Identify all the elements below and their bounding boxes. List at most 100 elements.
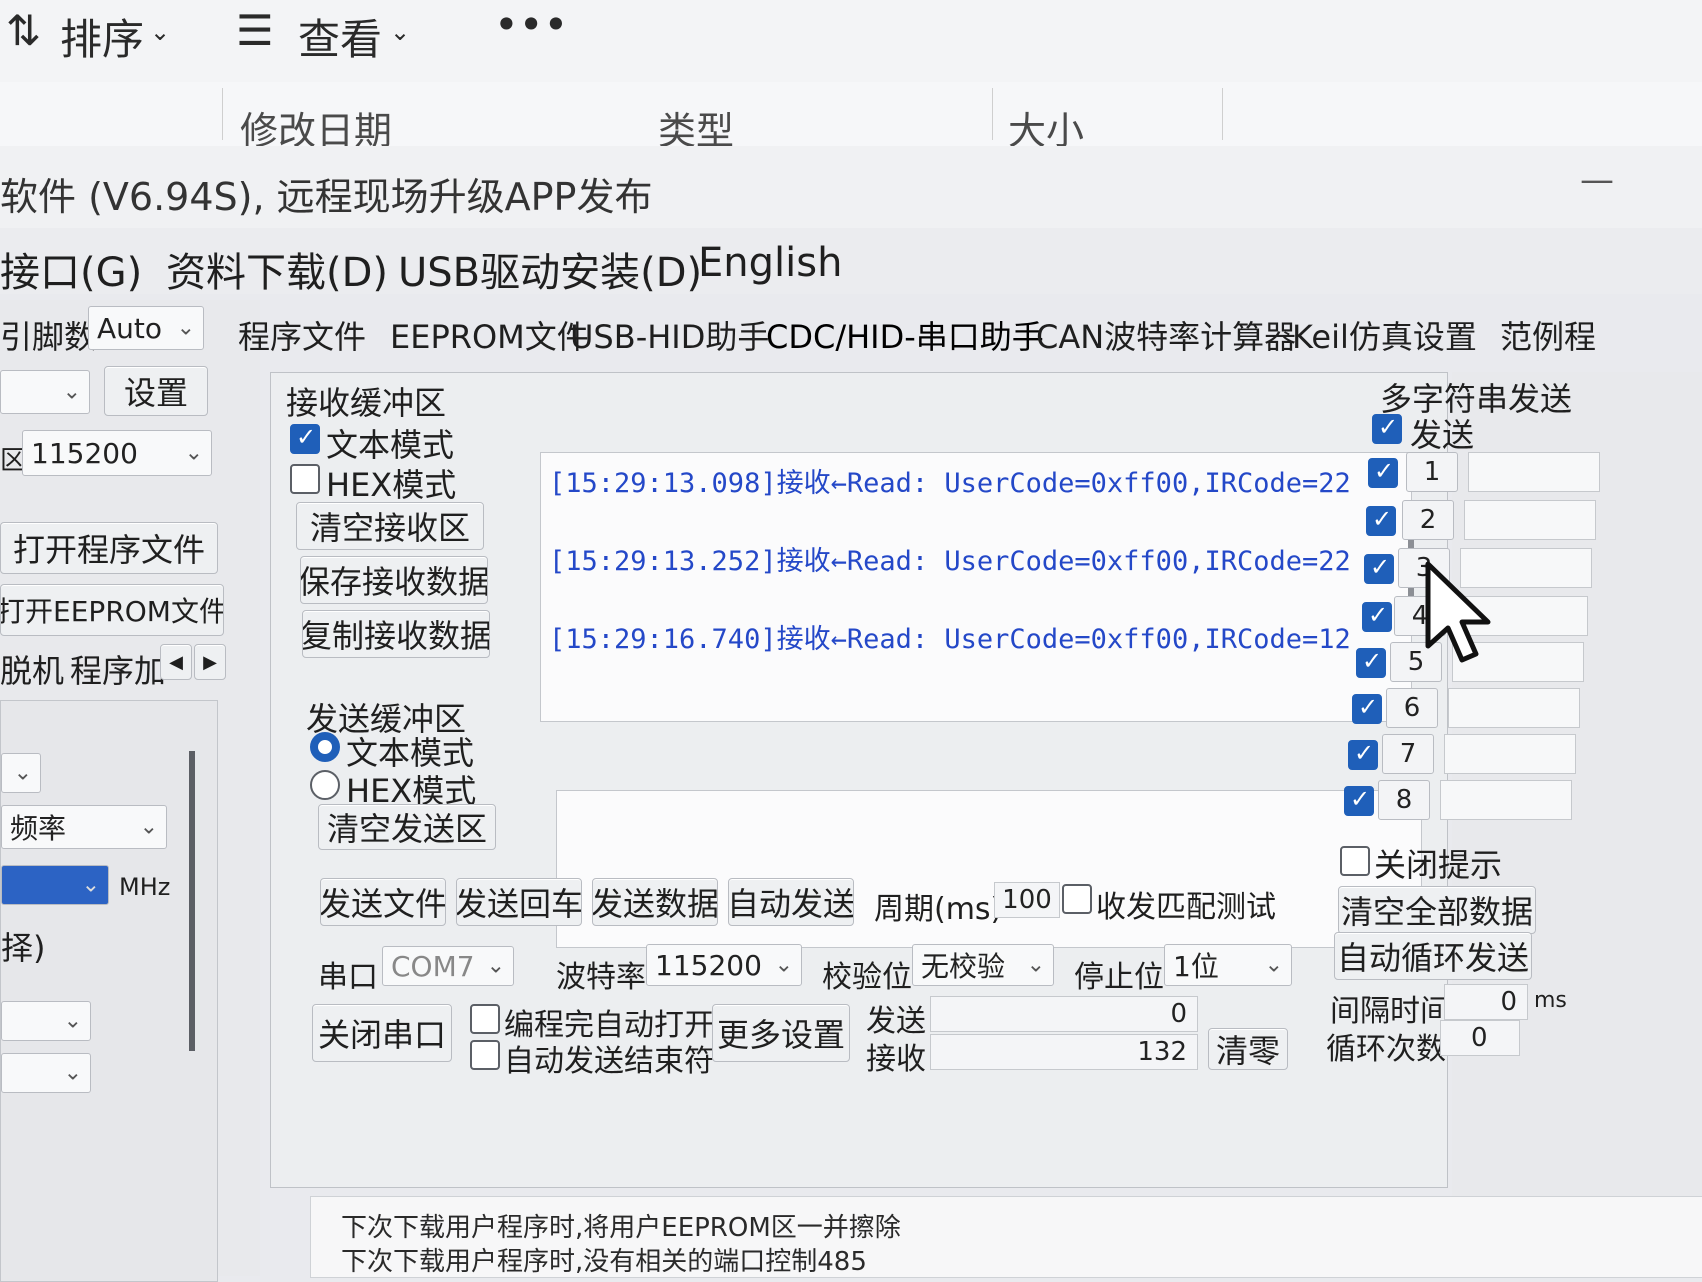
menu-usb-driver[interactable]: USB驱动安装(D) xyxy=(398,240,702,298)
select-hint-label: 择) xyxy=(1,929,46,967)
receive-text-mode-checkbox[interactable] xyxy=(290,423,320,454)
multi-item-checkbox-8[interactable] xyxy=(1344,785,1374,816)
send-data-button[interactable]: 发送数据 xyxy=(592,878,718,926)
send-text-mode-radio[interactable] xyxy=(310,732,340,762)
multi-item-field-2[interactable] xyxy=(1464,500,1596,540)
multi-item-checkbox-6[interactable] xyxy=(1352,693,1382,724)
menu-interface[interactable]: 接口(G) xyxy=(0,240,142,298)
multi-item-field-6[interactable] xyxy=(1448,688,1580,728)
multi-item-button-8[interactable]: 8 xyxy=(1378,780,1430,820)
period-input[interactable]: 100 xyxy=(994,882,1060,918)
frequency-select[interactable]: 频率 ⌄ xyxy=(1,805,167,849)
receive-hex-mode-checkbox[interactable] xyxy=(290,464,320,494)
period-label: 周期(ms) xyxy=(874,892,1003,927)
tab-can-baud-calc[interactable]: CAN波特率计算器 xyxy=(1036,312,1296,358)
tab-program-file[interactable]: 程序文件 xyxy=(238,312,366,358)
clear-all-data-button[interactable]: 清空全部数据 xyxy=(1338,886,1536,934)
tab-eeprom-file[interactable]: EEPROM文件 xyxy=(390,312,589,358)
settings-button[interactable]: 设置 xyxy=(104,366,208,416)
tab-scroll-right-icon[interactable]: ▶ xyxy=(194,644,226,680)
stop-bits-value: 1位 xyxy=(1173,950,1219,983)
multi-item-checkbox-3[interactable] xyxy=(1364,553,1394,584)
minimize-button[interactable]: — xyxy=(1580,160,1614,200)
clear-count-button[interactable]: 清零 xyxy=(1208,1028,1288,1070)
auto-send-button[interactable]: 自动发送 xyxy=(728,878,854,926)
multi-item-field-7[interactable] xyxy=(1444,734,1576,774)
left-scrollbar[interactable] xyxy=(189,751,195,1051)
view-button[interactable]: 查看 xyxy=(298,6,382,67)
tab-usb-hid[interactable]: USB-HID助手 xyxy=(570,312,769,358)
multi-item-button-2[interactable]: 2 xyxy=(1402,500,1454,540)
more-settings-button[interactable]: 更多设置 xyxy=(712,1004,850,1062)
loop-count-label: 循环次数 xyxy=(1326,1032,1446,1067)
multi-item-checkbox-7[interactable] xyxy=(1348,739,1378,770)
auto-loop-send-button[interactable]: 自动循环发送 xyxy=(1334,932,1532,980)
pin-count-select[interactable]: Auto ⌄ xyxy=(88,306,204,350)
multi-send-checkbox[interactable] xyxy=(1372,413,1402,444)
chevron-down-icon: ⌄ xyxy=(184,440,203,466)
multi-item-checkbox-4[interactable] xyxy=(1362,601,1392,632)
save-receive-button[interactable]: 保存接收数据 xyxy=(300,556,488,604)
frequency-value-field[interactable]: ⌄ xyxy=(1,865,109,905)
tab-examples[interactable]: 范例程 xyxy=(1500,312,1596,358)
multi-item-checkbox-1[interactable] xyxy=(1368,457,1398,488)
tab-keil-sim[interactable]: Keil仿真设置 xyxy=(1292,312,1477,358)
left-select-a[interactable]: ⌄ xyxy=(1,1001,91,1041)
sort-icon[interactable]: ⇅ xyxy=(6,6,41,55)
chevron-down-icon: ⌄ xyxy=(1026,952,1045,978)
parity-select[interactable]: 无校验 ⌄ xyxy=(912,944,1054,986)
multi-item-button-1[interactable]: 1 xyxy=(1406,452,1458,492)
open-program-file-button[interactable]: 打开程序文件 xyxy=(0,522,218,574)
recv-count-label: 接收 xyxy=(866,1042,926,1077)
left-baud-select[interactable]: 115200 ⌄ xyxy=(22,430,212,476)
menu-english[interactable]: English xyxy=(698,240,842,286)
message-log: 下次下载用户程序时,将用户EEPROM区一并擦除 下次下载用户程序时,没有相关的… xyxy=(310,1196,1702,1278)
match-test-checkbox[interactable] xyxy=(1062,884,1092,914)
send-enter-button[interactable]: 发送回车 xyxy=(456,878,582,926)
chip-select[interactable]: ⌄ xyxy=(0,370,90,414)
offline-label[interactable]: 脱机 xyxy=(0,646,64,692)
close-port-button[interactable]: 关闭串口 xyxy=(312,1004,452,1062)
port-select[interactable]: COM7 ⌄ xyxy=(382,946,514,986)
interval-input[interactable]: 0 xyxy=(1444,984,1528,1020)
more-options-button[interactable]: ••• xyxy=(494,0,568,49)
close-hint-label: 关闭提示 xyxy=(1374,846,1503,884)
view-icon[interactable]: ☰ xyxy=(236,6,274,55)
tab-cdc-hid-serial[interactable]: CDC/HID-串口助手 xyxy=(766,312,1044,358)
chevron-down-icon: ⌄ xyxy=(486,953,505,979)
auto-open-checkbox[interactable] xyxy=(470,1004,500,1034)
close-hint-checkbox[interactable] xyxy=(1340,846,1370,876)
left-subpanel: ⌄ 频率 ⌄ ⌄ MHz 择) ⌄ ⌄ xyxy=(0,700,218,1282)
loop-count-input[interactable]: 0 xyxy=(1440,1020,1520,1056)
stop-bits-select[interactable]: 1位 ⌄ xyxy=(1164,944,1292,986)
tab-scroll-left-icon[interactable]: ◀ xyxy=(160,644,192,680)
left-option-select[interactable]: ⌄ xyxy=(1,753,41,793)
log-line: 下次下载用户程序时,将用户EEPROM区一并擦除 xyxy=(341,1213,901,1243)
menu-download[interactable]: 资料下载(D) xyxy=(166,240,388,298)
clear-receive-button[interactable]: 清空接收区 xyxy=(296,502,484,550)
multi-item-button-7[interactable]: 7 xyxy=(1382,734,1434,774)
receive-line: [15:29:16.740]接收←Read: UserCode=0xff00,I… xyxy=(549,624,1351,655)
receive-line: [15:29:13.252]接收←Read: UserCode=0xff00,I… xyxy=(549,546,1351,577)
port-value: COM7 xyxy=(391,949,475,983)
chevron-down-icon: ⌄ xyxy=(63,1060,82,1086)
receive-hex-mode-label: HEX模式 xyxy=(326,466,457,504)
receive-textarea[interactable]: [15:29:13.098]接收←Read: UserCode=0xff00,I… xyxy=(540,452,1412,722)
copy-receive-button[interactable]: 复制接收数据 xyxy=(302,610,490,658)
multi-item-field-1[interactable] xyxy=(1468,452,1600,492)
sort-button[interactable]: 排序 xyxy=(60,6,144,67)
left-select-b[interactable]: ⌄ xyxy=(1,1053,91,1093)
clear-send-button[interactable]: 清空发送区 xyxy=(318,804,496,850)
baud-select[interactable]: 115200 ⌄ xyxy=(646,944,802,986)
auto-end-checkbox[interactable] xyxy=(470,1040,500,1070)
send-file-button[interactable]: 发送文件 xyxy=(320,878,446,926)
send-hex-mode-radio[interactable] xyxy=(310,770,340,800)
multi-send-label: 发送 xyxy=(1410,416,1475,454)
multi-item-button-6[interactable]: 6 xyxy=(1386,688,1438,728)
multi-item-checkbox-5[interactable] xyxy=(1356,647,1386,678)
left-baud-value: 115200 xyxy=(31,436,138,470)
multi-item-checkbox-2[interactable] xyxy=(1366,505,1396,536)
program-label[interactable]: 程序加 xyxy=(70,646,166,692)
open-eeprom-file-button[interactable]: 打开EEPROM文件 xyxy=(0,584,224,636)
multi-item-field-8[interactable] xyxy=(1440,780,1572,820)
